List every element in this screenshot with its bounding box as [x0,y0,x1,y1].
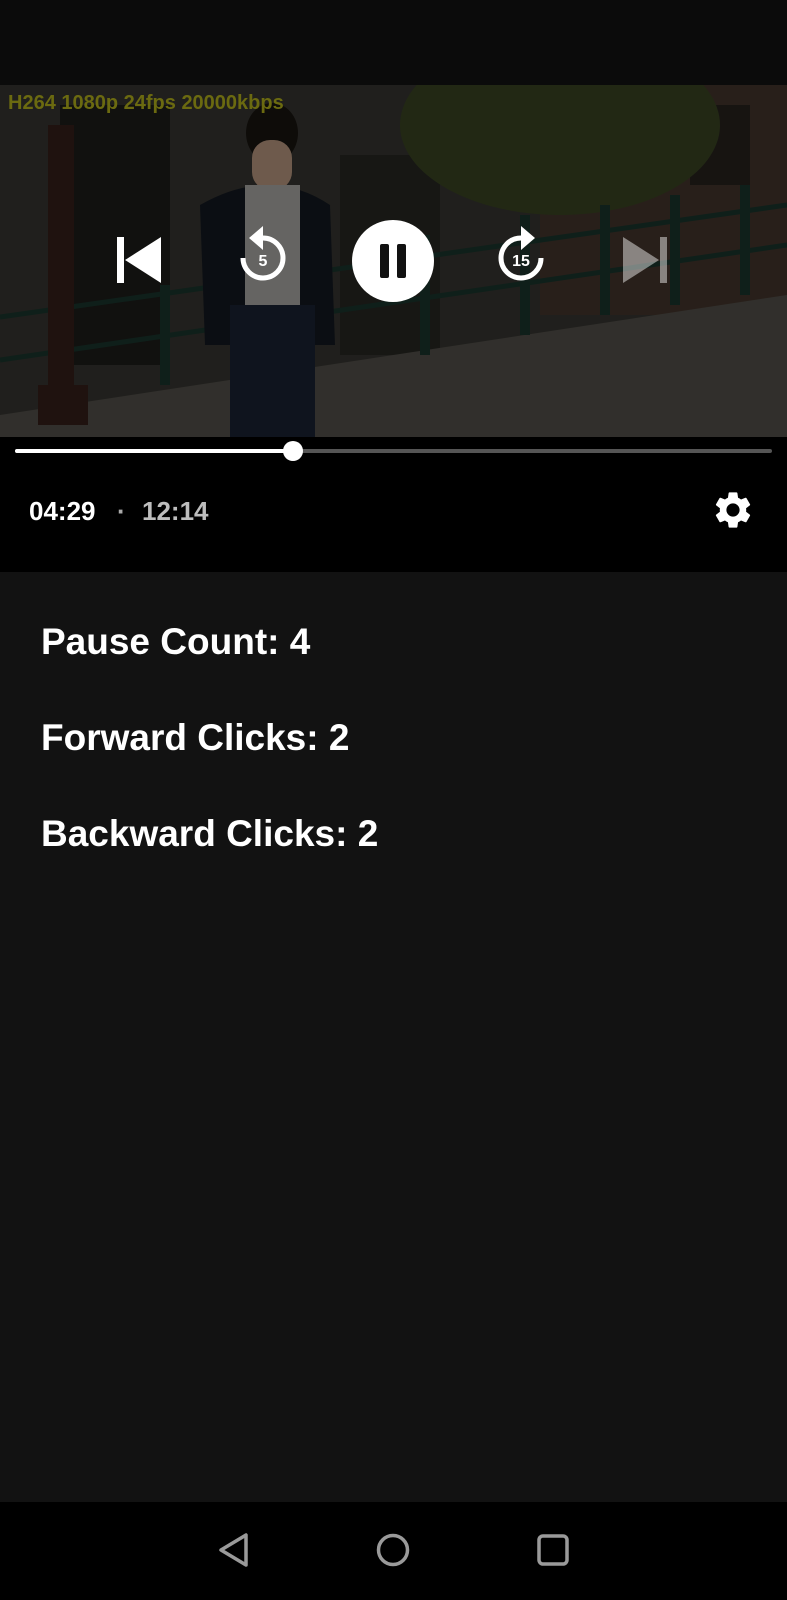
status-bar [0,0,787,85]
pause-button[interactable] [352,220,434,302]
circle-home-icon[interactable] [375,1532,411,1568]
square-recents-icon[interactable] [535,1532,571,1568]
skip-next-icon [623,237,667,283]
stream-info-label: H264 1080p 24fps 20000kbps [8,92,284,114]
time-separator: · [117,496,126,526]
rewind-button[interactable]: 5 [233,226,293,286]
gear-icon [715,492,751,528]
replay-5-icon: 5 [240,226,286,281]
pause-icon [380,244,406,278]
forward-button[interactable]: 15 [491,226,551,286]
next-button[interactable] [618,232,674,288]
forward-seconds: 15 [512,253,530,270]
settings-button[interactable] [711,488,755,532]
rewind-seconds: 5 [259,253,268,270]
forward-clicks-label: Forward Clicks: 2 [41,717,350,758]
previous-button[interactable] [110,232,166,288]
skip-previous-icon [117,237,161,283]
stats-panel: Pause Count: 4 Forward Clicks: 2 Backwar… [41,620,378,908]
current-time: 04:29 [29,496,96,526]
forward-15-icon: 15 [498,226,544,281]
seek-bar[interactable] [15,441,772,461]
backward-clicks-label: Backward Clicks: 2 [41,813,379,854]
seek-thumb[interactable] [282,441,303,461]
navigation-bar [0,1502,787,1600]
triangle-back-icon[interactable] [216,1532,252,1568]
seek-progress [15,449,293,453]
pause-count-label: Pause Count: 4 [41,621,311,662]
total-time: 12:14 [142,496,209,526]
